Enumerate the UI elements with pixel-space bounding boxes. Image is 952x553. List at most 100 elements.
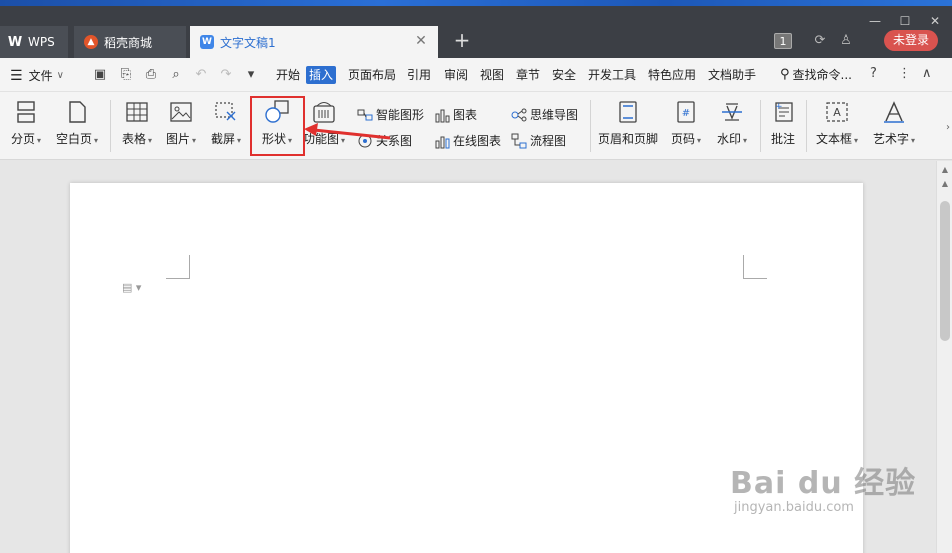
print-icon[interactable]: ⎙: [143, 67, 159, 83]
tab-references[interactable]: 引用: [404, 66, 434, 84]
command-search[interactable]: ⚲ 查找命令...: [780, 66, 852, 83]
tab-document[interactable]: W 文字文稿1 ✕: [190, 26, 438, 58]
bar-chart-icon: [434, 107, 450, 123]
ribbon-separator: [590, 100, 591, 152]
watermark-label: 水印: [716, 132, 741, 146]
page-number-button[interactable]: # 页码 ▾: [666, 98, 706, 147]
scroll-top-icon[interactable]: ▲: [940, 165, 950, 174]
tab-wps-label: WPS: [28, 35, 55, 49]
tab-store-label: 稻壳商城: [104, 35, 153, 50]
tab-features[interactable]: 特色应用: [645, 66, 699, 84]
tab-doc-label: 文字文稿1: [220, 35, 276, 50]
red-arrow-annotation: [304, 123, 391, 140]
wps-logo-icon: W: [7, 34, 23, 50]
title-bar: W WPS ▲ 稻壳商城 W 文字文稿1 ✕ + — ☐ ✕ 1 ⟳ ♙ 未登录: [0, 6, 952, 58]
writer-doc-icon: W: [200, 35, 214, 49]
picture-icon: [170, 102, 192, 122]
tab-review[interactable]: 审阅: [441, 66, 471, 84]
maximize-icon[interactable]: ☐: [898, 14, 912, 28]
tab-doc-assistant[interactable]: 文档助手: [705, 66, 759, 84]
tab-wps-home[interactable]: W WPS: [0, 26, 68, 58]
svg-text:+: +: [775, 102, 783, 112]
flowchart-button[interactable]: 流程图: [511, 132, 566, 149]
screenshot-icon: [215, 102, 236, 121]
window-count-badge[interactable]: 1: [774, 33, 792, 49]
ribbon-scroll-right-icon[interactable]: ›: [946, 122, 950, 133]
word-art-icon: [884, 101, 904, 123]
picture-label: 图片: [165, 132, 190, 146]
file-menu[interactable]: ☰ 文件 ∨: [10, 67, 64, 84]
tab-insert[interactable]: 插入: [306, 66, 337, 84]
minimize-icon[interactable]: —: [868, 14, 882, 28]
docer-logo-icon: ▲: [84, 35, 98, 49]
close-window-icon[interactable]: ✕: [928, 14, 942, 28]
tab-security[interactable]: 安全: [549, 66, 579, 84]
comment-button[interactable]: + 批注: [766, 98, 800, 147]
new-tab-icon[interactable]: +: [452, 30, 472, 50]
online-chart-button[interactable]: 在线图表: [434, 132, 501, 149]
table-icon: [126, 102, 148, 122]
online-chart-icon: [434, 133, 450, 149]
search-icon: ⚲: [780, 67, 790, 82]
header-footer-button[interactable]: 页眉和页脚: [596, 98, 660, 147]
margin-corner-top-left: [166, 255, 190, 279]
table-button[interactable]: 表格 ▾: [118, 98, 156, 147]
word-art-button[interactable]: 艺术字 ▾: [868, 98, 920, 147]
page-break-icon: [17, 101, 35, 123]
tab-section[interactable]: 章节: [513, 66, 543, 84]
blank-page-button[interactable]: 空白页 ▾: [52, 98, 102, 147]
vertical-scrollbar[interactable]: ▲ ▲: [936, 161, 952, 553]
redo-icon[interactable]: ↷: [218, 67, 234, 83]
insert-ribbon: 分页 ▾ 空白页 ▾ 表格 ▾ 图片 ▾ 截屏 ▾ 形状 ▾ 功能图 ▾ 智能图形 关系图 图: [0, 92, 952, 160]
customize-toolbar-icon[interactable]: ▾: [243, 67, 259, 83]
file-menu-label: 文件: [28, 69, 53, 83]
ribbon-separator: [110, 100, 111, 152]
online-chart-label: 在线图表: [453, 134, 502, 148]
text-box-icon: A: [826, 102, 848, 122]
screenshot-button[interactable]: 截屏 ▾: [206, 98, 246, 147]
ribbon-separator: [760, 100, 761, 152]
picture-button[interactable]: 图片 ▾: [162, 98, 200, 147]
paragraph-options-icon[interactable]: ▤ ▾: [122, 281, 141, 294]
close-tab-icon[interactable]: ✕: [414, 34, 428, 48]
login-button[interactable]: 未登录: [884, 30, 938, 51]
blank-page-label: 空白页: [55, 132, 92, 146]
command-search-label: 查找命令...: [792, 68, 852, 82]
mind-map-icon: [511, 107, 527, 123]
hamburger-icon: ☰: [10, 67, 23, 84]
table-label: 表格: [121, 132, 146, 146]
scroll-up-icon[interactable]: ▲: [940, 179, 950, 188]
watermark-sub-text: jingyan.baidu.com: [734, 500, 854, 515]
mind-map-button[interactable]: 思维导图: [511, 106, 578, 123]
collapse-ribbon-icon[interactable]: ∧: [922, 66, 932, 81]
undo-icon[interactable]: ↶: [193, 67, 209, 83]
more-options-icon[interactable]: ⋮: [898, 66, 911, 81]
help-icon[interactable]: ?: [870, 66, 877, 81]
sync-icon[interactable]: ⟳: [812, 33, 828, 49]
scrollbar-thumb[interactable]: [940, 201, 950, 341]
word-art-label: 艺术字: [872, 132, 909, 146]
chart-button[interactable]: 图表: [434, 106, 477, 123]
ribbon-separator: [806, 100, 807, 152]
text-box-button[interactable]: A 文本框 ▾: [812, 98, 862, 147]
comment-icon: +: [775, 102, 793, 122]
tab-developer[interactable]: 开发工具: [585, 66, 639, 84]
page-break-button[interactable]: 分页 ▾: [6, 98, 46, 147]
export-pdf-icon[interactable]: ⎘: [118, 67, 134, 83]
chart-label: 图表: [453, 108, 478, 122]
save-icon[interactable]: ▣: [92, 67, 108, 83]
flowchart-label: 流程图: [530, 134, 567, 148]
page-break-label: 分页: [10, 132, 35, 146]
watermark-button[interactable]: 水印 ▾: [712, 98, 752, 147]
tab-page-layout[interactable]: 页面布局: [345, 66, 399, 84]
mind-map-label: 思维导图: [530, 108, 579, 122]
blank-page-icon: [69, 101, 86, 123]
watermark-main-text: Bai du 经验: [730, 466, 917, 501]
tab-start[interactable]: 开始: [273, 66, 303, 84]
tab-docer-store[interactable]: ▲ 稻壳商城: [74, 26, 186, 58]
baidu-jingyan-watermark: Bai du 经验 jingyan.baidu.com: [730, 458, 916, 515]
skin-icon[interactable]: ♙: [838, 33, 854, 49]
print-preview-icon[interactable]: ⌕: [168, 67, 184, 83]
screenshot-label: 截屏: [210, 132, 235, 146]
tab-view[interactable]: 视图: [477, 66, 507, 84]
